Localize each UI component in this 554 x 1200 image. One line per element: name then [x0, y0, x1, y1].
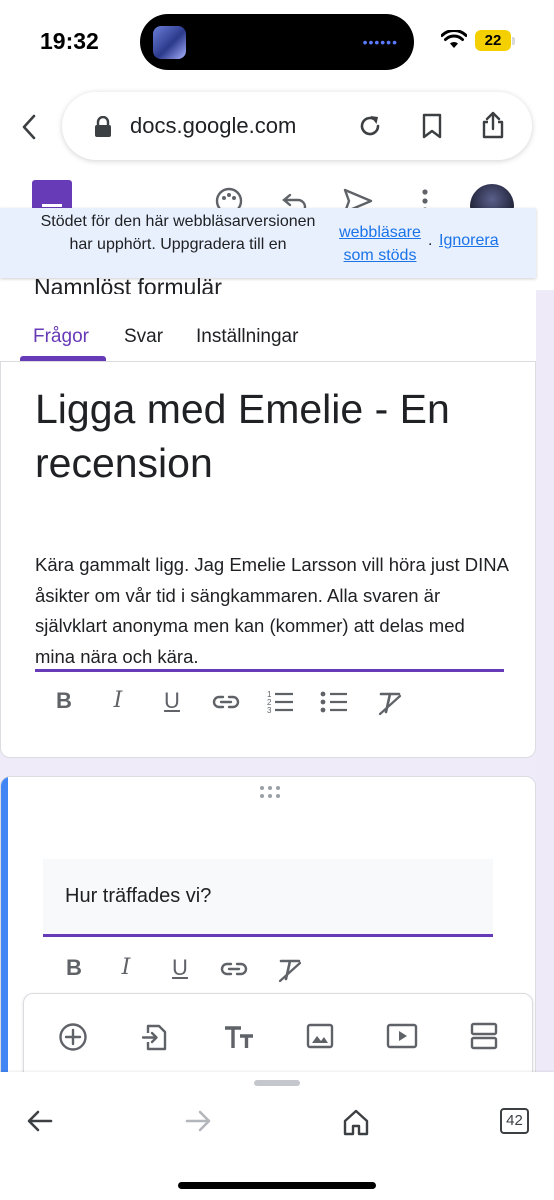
supported-browsers-link[interactable]: webbläsare som stöds [328, 221, 432, 267]
browser-bottom-bar: 42 [0, 1072, 554, 1200]
description-focus-underline [35, 669, 504, 672]
forward-arrow-icon [185, 1110, 211, 1132]
question-card[interactable]: Hur träffades vi? B I U [0, 776, 536, 1086]
banner-period: . [428, 232, 433, 249]
home-icon[interactable] [342, 1108, 370, 1136]
bullet-list-icon[interactable] [319, 690, 349, 714]
dynamic-island[interactable]: •••••• [140, 14, 414, 70]
address-bar[interactable]: docs.google.com [62, 92, 532, 160]
wifi-icon [441, 30, 467, 48]
bold-button[interactable]: B [49, 688, 79, 714]
page-gutter [536, 290, 554, 1080]
bookmark-icon[interactable] [420, 112, 444, 140]
underline-button[interactable]: U [165, 955, 195, 981]
form-description[interactable]: Kära gammalt ligg. Jag Emelie Larsson vi… [35, 550, 509, 672]
italic-button[interactable]: I [103, 688, 133, 713]
add-section-icon[interactable] [470, 1022, 498, 1050]
underline-button[interactable]: U [157, 688, 187, 714]
active-card-accent [1, 777, 8, 1085]
banner-message: Stödet för den här webbläsarversionen ha… [40, 213, 316, 253]
import-questions-icon[interactable] [140, 1022, 170, 1052]
ignore-banner-link[interactable]: Ignorera [439, 232, 499, 250]
link-icon[interactable] [211, 692, 241, 712]
lock-icon [95, 116, 111, 137]
clear-formatting-icon[interactable] [275, 957, 305, 983]
form-title[interactable]: Ligga med Emelie - En recension [35, 382, 515, 490]
numbered-list-icon[interactable]: 1 2 3 [265, 688, 295, 714]
question-input[interactable]: Hur träffades vi? [43, 859, 493, 937]
status-time: 19:32 [40, 28, 99, 54]
battery-level: 22 [475, 30, 511, 51]
reload-icon[interactable] [356, 112, 384, 140]
unsupported-browser-banner: Stödet för den här webbläsarversionen ha… [0, 208, 536, 278]
active-tab-indicator [20, 356, 106, 361]
browser-address-row: docs.google.com [0, 92, 554, 162]
chevron-left-icon[interactable] [18, 110, 42, 144]
add-question-icon[interactable] [58, 1022, 88, 1052]
url-text[interactable]: docs.google.com [130, 113, 296, 139]
battery-cap [512, 37, 515, 45]
tab-settings[interactable]: Inställningar [196, 326, 298, 348]
share-icon[interactable] [480, 110, 506, 140]
svg-text:3: 3 [267, 706, 272, 714]
link-icon[interactable] [219, 959, 249, 979]
italic-button[interactable]: I [111, 955, 141, 980]
add-video-icon[interactable] [386, 1022, 418, 1050]
sheet-grabber[interactable] [254, 1080, 300, 1086]
tab-questions[interactable]: Frågor [33, 326, 89, 348]
add-title-text-icon[interactable] [222, 1022, 256, 1052]
status-bar: 19:32 •••••• 22 [0, 0, 554, 84]
back-arrow-icon[interactable] [26, 1108, 54, 1134]
question-text[interactable]: Hur träffades vi? [65, 885, 211, 908]
bold-button[interactable]: B [59, 955, 89, 981]
now-playing-artwork [153, 26, 186, 59]
add-image-icon[interactable] [306, 1022, 334, 1050]
tab-responses[interactable]: Svar [124, 326, 163, 348]
audio-activity-indicator: •••••• [362, 34, 398, 50]
clear-formatting-icon[interactable] [375, 690, 405, 716]
form-tabs: Frågor Svar Inställningar [0, 318, 536, 362]
form-title-card[interactable]: Ligga med Emelie - En recension Kära gam… [0, 362, 536, 758]
drag-handle-icon[interactable] [259, 785, 281, 799]
home-indicator[interactable] [178, 1182, 376, 1189]
tab-switcher-button[interactable]: 42 [500, 1108, 529, 1134]
